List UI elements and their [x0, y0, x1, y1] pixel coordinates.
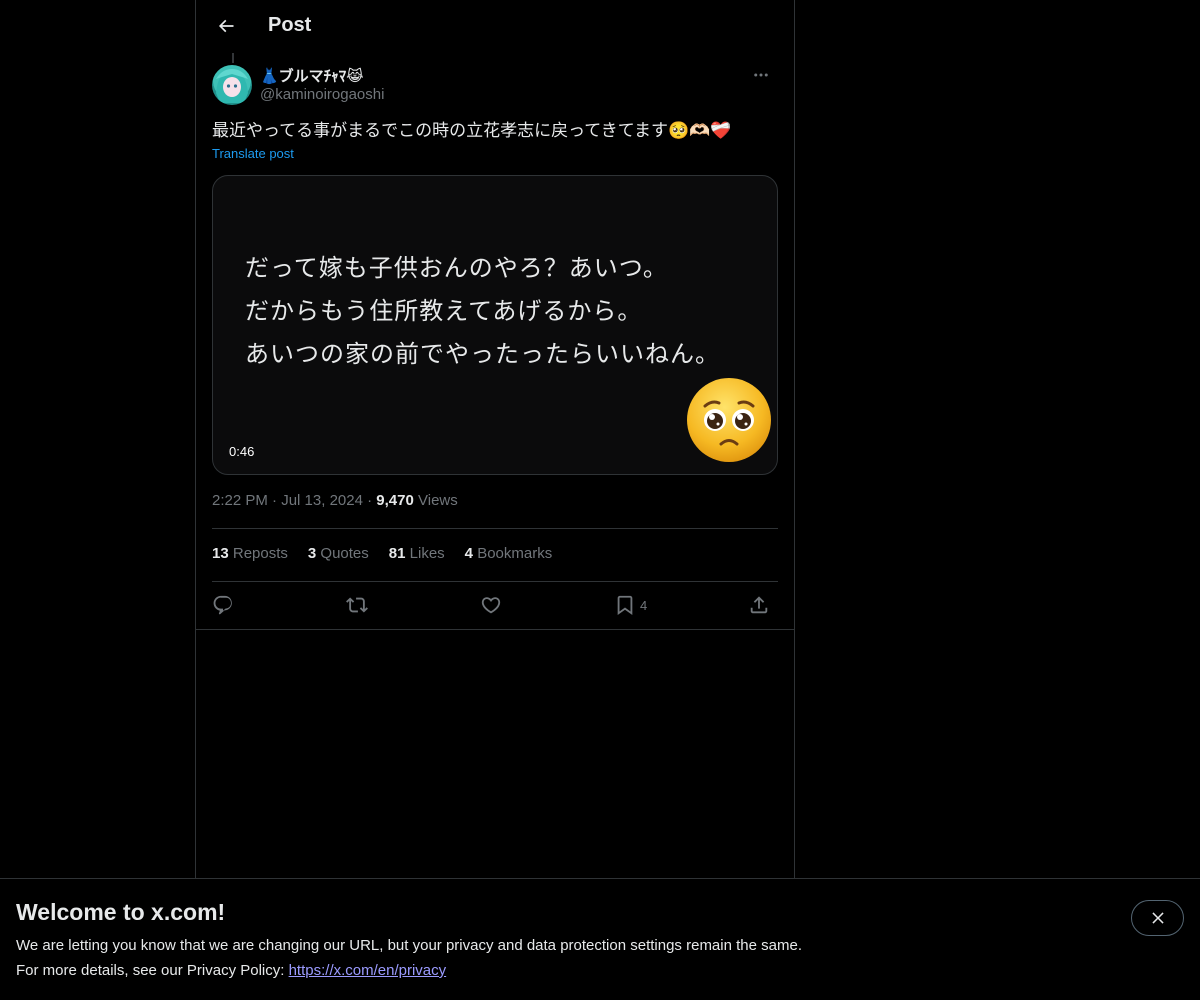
like-button[interactable]	[480, 592, 502, 618]
close-icon	[1151, 912, 1164, 924]
reply-button[interactable]	[212, 592, 234, 618]
ellipsis-icon	[754, 73, 768, 77]
repost-icon	[346, 597, 368, 613]
post-metadata: 2:22 PM · Jul 13, 2024 · 9,470 Views	[212, 492, 458, 509]
post-actions: 4	[212, 592, 778, 618]
page-title: Post	[268, 14, 312, 36]
post-header: Post	[196, 0, 794, 53]
video-caption-line-2: だからもう住所教えてあげるから。	[245, 297, 643, 325]
close-banner-button[interactable]	[1131, 900, 1184, 936]
likes-stat[interactable]: 81 Likes	[389, 545, 445, 562]
meta-separator-dot: ·	[272, 492, 278, 509]
banner-title: Welcome to x.com!	[16, 899, 226, 925]
thread-connector-line	[232, 53, 234, 63]
divider	[212, 528, 778, 529]
video-caption-line-3: あいつの家の前でやったったらいいねん。	[245, 340, 720, 368]
url-change-banner: Welcome to x.com! We are letting you kno…	[0, 878, 1200, 1000]
bookmark-icon	[617, 595, 633, 616]
banner-details-text: For more details, see our Privacy Policy…	[16, 962, 289, 979]
author-handle[interactable]: @kaminoirogaoshi	[260, 86, 384, 103]
reposts-stat[interactable]: 13 Reposts	[212, 545, 288, 562]
translate-post-link[interactable]: Translate post	[212, 146, 294, 161]
bookmark-button[interactable]: 4	[614, 592, 647, 618]
avatar[interactable]	[212, 65, 252, 105]
views-label: Views	[418, 492, 458, 509]
more-options-button[interactable]	[744, 64, 778, 86]
reply-icon	[213, 595, 232, 615]
post-text: 最近やってる事がまるでこの時の立花孝志に戻ってきてます🥺🫶🏻❤️‍🩹	[212, 121, 732, 140]
heart-icon	[481, 597, 501, 614]
meta-separator-dot: ·	[367, 492, 373, 509]
pleading-face-icon	[687, 378, 771, 462]
video-duration: 0:46	[229, 444, 255, 459]
banner-details: For more details, see our Privacy Policy…	[16, 962, 446, 979]
divider	[196, 629, 794, 630]
bookmarks-stat[interactable]: 4 Bookmarks	[465, 545, 553, 562]
author-display-name[interactable]: 👗ブルマﾁｬﾏ😹	[260, 65, 364, 86]
privacy-policy-link[interactable]: https://x.com/en/privacy	[289, 962, 447, 979]
quotes-stat[interactable]: 3 Quotes	[308, 545, 369, 562]
video-caption-line-1: だって嫁も子供おんのやろ？あいつ。	[245, 254, 668, 282]
post-stats: 13 Reposts 3 Quotes 81 Likes 4 Bookmarks	[212, 545, 552, 562]
repost-button[interactable]	[346, 592, 368, 618]
share-button[interactable]	[748, 592, 770, 618]
back-button[interactable]	[208, 8, 244, 44]
video-player[interactable]: だって嫁も子供おんのやろ？あいつ。 だからもう住所教えてあげるから。 あいつの家…	[212, 175, 778, 475]
share-icon	[750, 596, 768, 614]
post-time[interactable]: 2:22 PM	[212, 492, 268, 509]
divider	[212, 581, 778, 582]
bookmark-count: 4	[640, 597, 648, 613]
post-author: 👗ブルマﾁｬﾏ😹 @kaminoirogaoshi	[212, 64, 778, 106]
arrow-left-icon	[218, 19, 234, 33]
post-date[interactable]: Jul 13, 2024	[281, 492, 363, 509]
primary-column: Post 👗ブルマﾁｬﾏ😹 @kaminoirogaoshi 最近やってる事がま…	[195, 0, 795, 878]
avatar-image	[216, 69, 248, 103]
views-count: 9,470	[376, 492, 414, 509]
banner-message: We are letting you know that we are chan…	[16, 937, 802, 954]
